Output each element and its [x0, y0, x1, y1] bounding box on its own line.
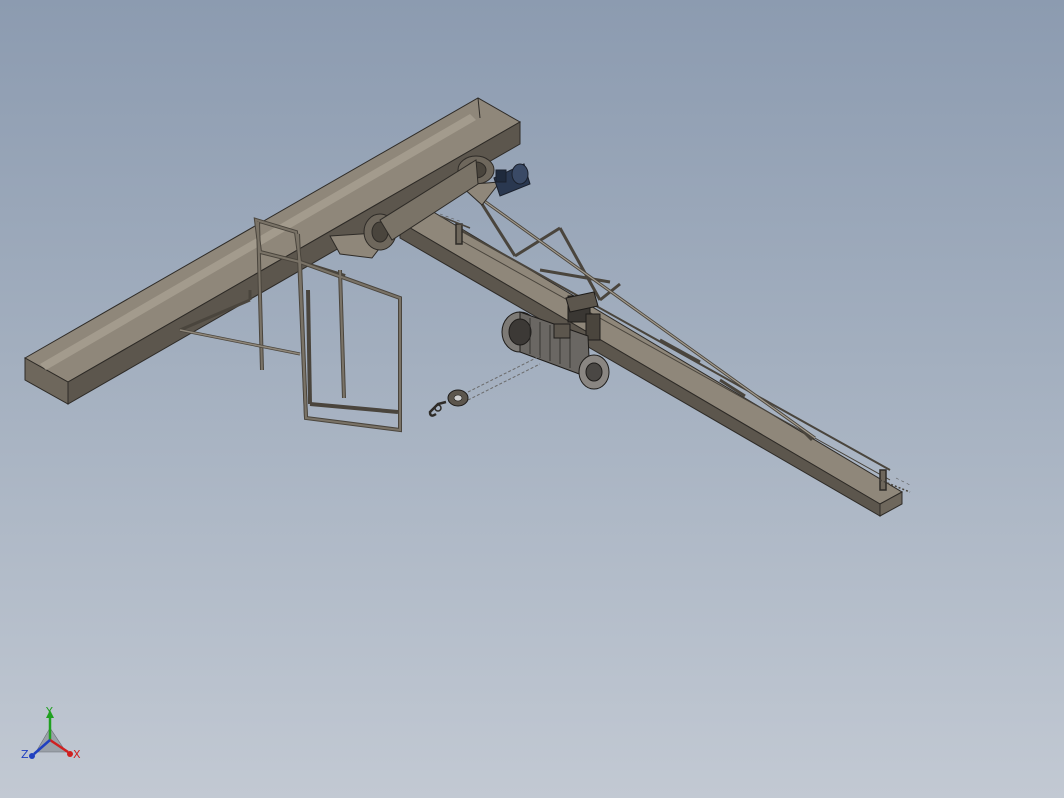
slew-motor: [493, 163, 531, 197]
axis-y-label: Y: [46, 705, 53, 718]
beam-bracing-light: [179, 329, 301, 355]
crane-model[interactable]: [0, 0, 1064, 798]
jib-arm: [398, 209, 904, 517]
axis-z-label: Z: [21, 748, 29, 761]
hook-block: [428, 355, 541, 417]
axis-x-label: X: [73, 748, 81, 761]
cad-viewport[interactable]: Y X Z: [0, 0, 1064, 798]
